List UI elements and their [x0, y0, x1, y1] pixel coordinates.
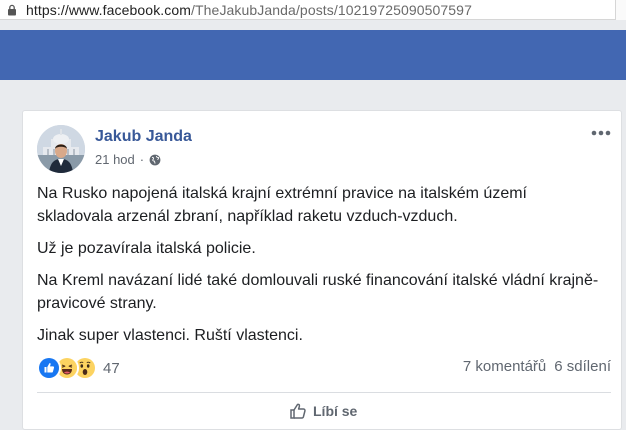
facebook-header-bar: [0, 30, 626, 80]
post-timestamp[interactable]: 21 hod: [95, 152, 135, 167]
post-paragraph: Na Rusko napojená italská krajní extrémn…: [37, 185, 527, 225]
post-card: Jakub Janda 21 hod · Na Rusko napojená i…: [22, 110, 622, 430]
address-bar-edge: [615, 0, 626, 20]
url-domain: https://www.facebook.com: [26, 2, 192, 18]
post-meta: 21 hod ·: [95, 152, 161, 167]
shares-count-link[interactable]: 6 sdílení: [554, 358, 611, 375]
like-icon: [37, 356, 61, 380]
post-paragraph: Na Kreml navázaní lidé také domlouvali r…: [37, 272, 599, 312]
lock-icon: [8, 4, 16, 16]
browser-address-bar[interactable]: https://www.facebook.com/TheJakubJanda/p…: [0, 0, 626, 20]
reaction-count: 47: [103, 359, 120, 377]
stats-divider: [37, 392, 611, 393]
meta-separator: ·: [139, 152, 145, 167]
like-button-label: Líbí se: [313, 403, 358, 419]
url-path: /TheJakubJanda/posts/10219725090507597: [191, 2, 472, 18]
ellipsis-icon[interactable]: [589, 125, 613, 141]
author-name[interactable]: Jakub Janda: [95, 128, 192, 146]
engagement-counts: 7 komentářů 6 sdílení: [463, 358, 611, 375]
comments-count-link[interactable]: 7 komentářů: [463, 358, 546, 375]
like-button[interactable]: Líbí se: [289, 402, 357, 420]
post-body: Na Rusko napojená italská krajní extrémn…: [37, 182, 607, 356]
url-text[interactable]: https://www.facebook.com/TheJakubJanda/p…: [26, 2, 472, 18]
avatar-image: [37, 125, 85, 173]
post-paragraph: Už je pozavírala italská policie.: [37, 240, 256, 257]
post-paragraph: Jinak super vlastenci. Ruští vlastenci.: [37, 327, 303, 344]
globe-icon[interactable]: [149, 154, 161, 166]
thumbs-up-icon: [290, 403, 306, 419]
post-stats: 47 7 komentářů 6 sdílení: [37, 356, 611, 380]
reactions-summary[interactable]: 47: [37, 356, 120, 380]
avatar[interactable]: [37, 125, 85, 173]
